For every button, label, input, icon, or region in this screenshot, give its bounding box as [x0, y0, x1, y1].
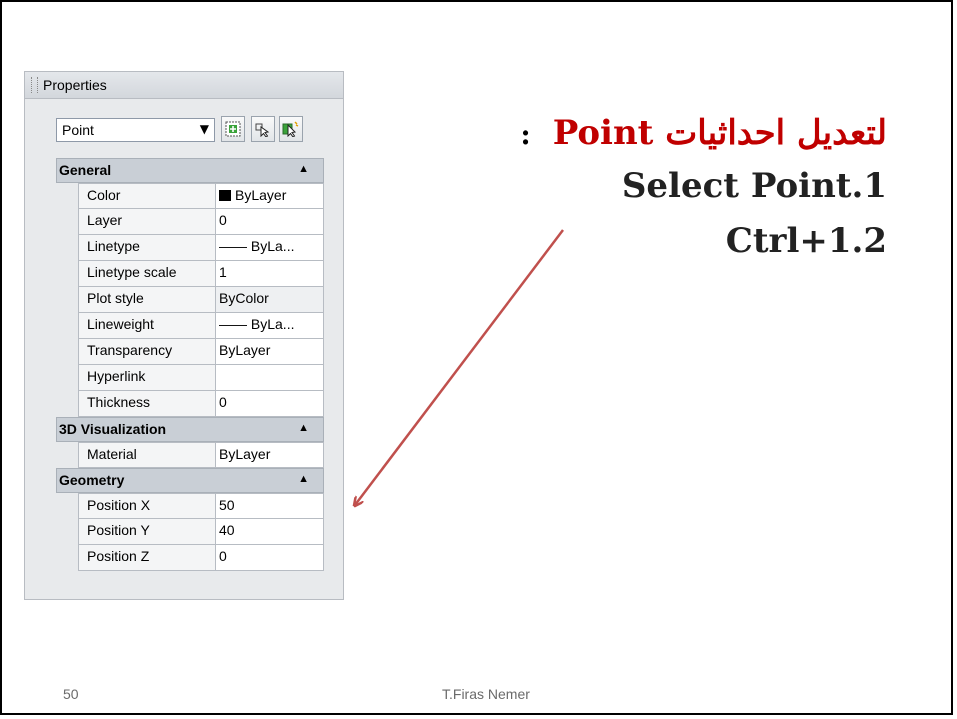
property-label: Layer — [78, 209, 216, 235]
row-gutter — [56, 261, 78, 287]
object-type-dropdown[interactable]: Point ▼ — [56, 118, 215, 142]
page-number: 50 — [63, 686, 79, 702]
property-value[interactable]: 50 — [216, 493, 324, 519]
drag-grip-icon[interactable] — [31, 77, 38, 93]
property-value[interactable]: 0 — [216, 209, 324, 235]
property-row[interactable]: Linetype —— ByLa... — [56, 235, 324, 261]
property-row[interactable]: Material ByLayer — [56, 442, 324, 468]
row-gutter — [56, 442, 78, 468]
property-row[interactable]: Lineweight —— ByLa... — [56, 313, 324, 339]
category-title: 3D Visualization — [59, 421, 167, 437]
property-row[interactable]: Layer 0 — [56, 209, 324, 235]
property-row[interactable]: Thickness 0 — [56, 391, 324, 417]
property-value[interactable]: —— ByLa... — [216, 313, 324, 339]
collapse-icon[interactable]: ▲ — [298, 422, 309, 434]
property-row[interactable]: Color ByLayer — [56, 183, 324, 209]
quick-select-icon — [225, 121, 241, 137]
row-gutter — [56, 365, 78, 391]
toggle-pickadd-icon — [282, 121, 299, 138]
collapse-icon[interactable]: ▲ — [298, 473, 309, 485]
slide-heading-line1: لتعديل احداثيات Point: — [520, 113, 887, 153]
property-row[interactable]: Transparency ByLayer — [56, 339, 324, 365]
property-label: Lineweight — [78, 313, 216, 339]
property-value[interactable]: 0 — [216, 545, 324, 571]
row-gutter — [56, 493, 78, 519]
heading-arabic: لتعديل احداثيات — [665, 113, 887, 153]
slide-step-2: Ctrl+1.2 — [725, 221, 887, 261]
property-label: Material — [78, 442, 216, 468]
property-value[interactable]: 1 — [216, 261, 324, 287]
property-row[interactable]: Plot style ByColor — [56, 287, 324, 313]
select-objects-button[interactable] — [251, 116, 275, 142]
row-gutter — [56, 183, 78, 209]
property-label: Position X — [78, 493, 216, 519]
footer-author: T.Firas Nemer — [442, 686, 530, 702]
property-value[interactable]: 0 — [216, 391, 324, 417]
heading-colon: : — [520, 118, 531, 151]
row-gutter — [56, 235, 78, 261]
property-row[interactable]: Hyperlink — [56, 365, 324, 391]
color-swatch-icon — [219, 190, 231, 201]
property-value[interactable]: ByLayer — [216, 339, 324, 365]
property-label: Thickness — [78, 391, 216, 417]
row-gutter — [56, 545, 78, 571]
select-objects-icon — [255, 123, 270, 138]
property-value[interactable]: ByLayer — [216, 183, 324, 209]
row-gutter — [56, 391, 78, 417]
category-title: Geometry — [59, 472, 125, 488]
heading-point-word: Point — [552, 113, 654, 153]
property-label: Color — [78, 183, 216, 209]
object-type-value: Point — [62, 122, 94, 138]
property-grid: General ▲ Color ByLayer Layer 0 Linetype —— ByL… — [56, 158, 324, 571]
property-label: Linetype scale — [78, 261, 216, 287]
quick-select-button[interactable] — [221, 116, 245, 142]
palette-title: Properties — [43, 77, 107, 93]
property-label: Transparency — [78, 339, 216, 365]
property-label: Plot style — [78, 287, 216, 313]
property-value[interactable]: —— ByLa... — [216, 235, 324, 261]
properties-palette: Properties Point ▼ General ▲ Color ByLayer L… — [24, 71, 344, 600]
category-title: General — [59, 162, 112, 178]
row-gutter — [56, 519, 78, 545]
property-value[interactable]: 40 — [216, 519, 324, 545]
slide-step-1: Select Point.1 — [621, 166, 887, 206]
row-gutter — [56, 287, 78, 313]
property-label: Position Y — [78, 519, 216, 545]
collapse-icon[interactable]: ▲ — [298, 163, 309, 175]
palette-title-bar[interactable]: Properties — [25, 72, 343, 99]
category-header[interactable]: 3D Visualization ▲ — [56, 417, 324, 442]
category-header[interactable]: Geometry ▲ — [56, 468, 324, 493]
property-label: Linetype — [78, 235, 216, 261]
property-row[interactable]: Position X 50 — [56, 493, 324, 519]
row-gutter — [56, 313, 78, 339]
property-row[interactable]: Position Y 40 — [56, 519, 324, 545]
property-value[interactable] — [216, 365, 324, 391]
row-gutter — [56, 339, 78, 365]
toggle-pickadd-button[interactable] — [279, 116, 303, 142]
property-value[interactable]: ByColor — [216, 287, 324, 313]
property-label: Position Z — [78, 545, 216, 571]
property-label: Hyperlink — [78, 365, 216, 391]
chevron-down-icon: ▼ — [199, 122, 209, 136]
property-row[interactable]: Linetype scale 1 — [56, 261, 324, 287]
property-row[interactable]: Position Z0 — [56, 545, 324, 571]
category-header[interactable]: General ▲ — [56, 158, 324, 183]
property-value-text: ByLayer — [235, 187, 287, 203]
row-gutter — [56, 209, 78, 235]
property-value[interactable]: ByLayer — [216, 442, 324, 468]
